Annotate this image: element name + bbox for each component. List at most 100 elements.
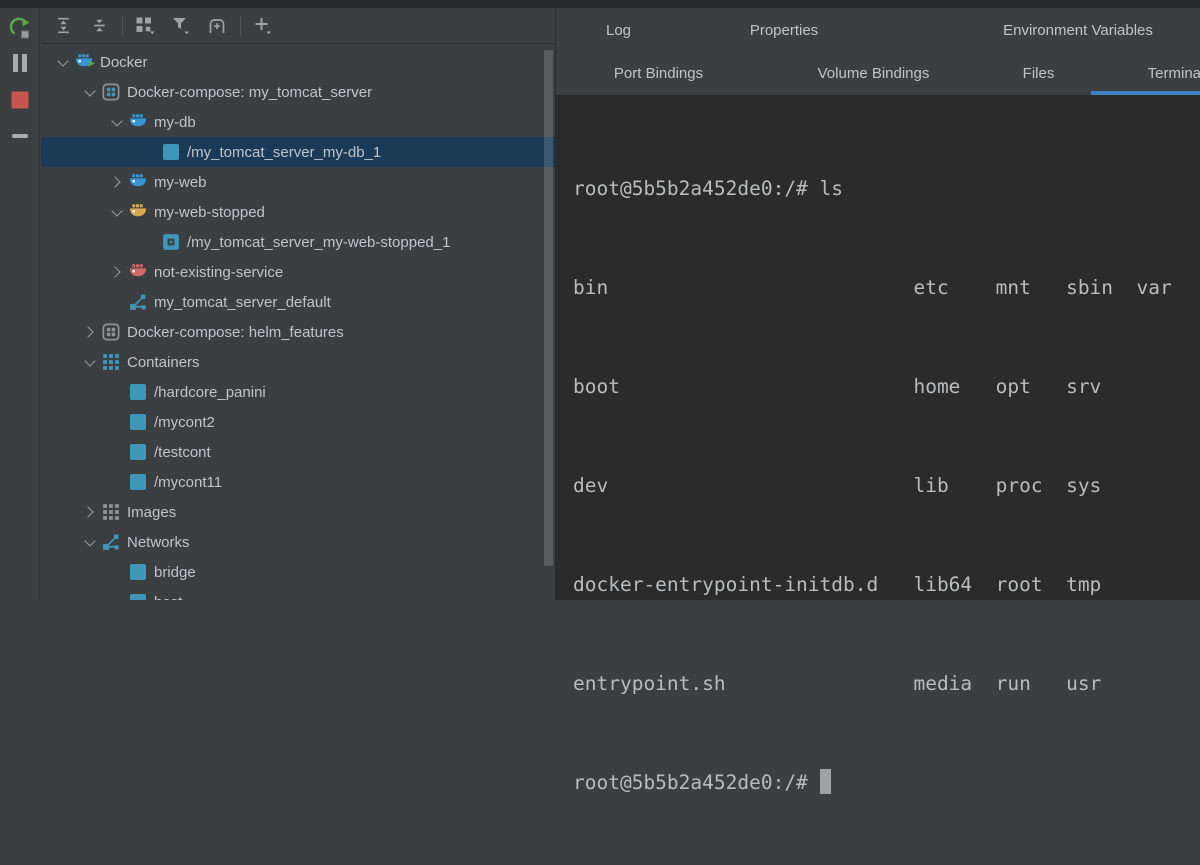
chevron-right-icon[interactable] xyxy=(77,497,102,527)
tree-item-label: Networks xyxy=(127,534,190,551)
tree-item-label: my-web xyxy=(154,174,207,191)
tab-environment-variables[interactable]: Environment Variables xyxy=(887,8,1200,52)
chevron-spacer xyxy=(137,227,162,257)
disconnect-button[interactable] xyxy=(12,133,28,139)
network-icon xyxy=(129,293,147,311)
tree-item-label: Docker-compose: helm_features xyxy=(127,324,344,341)
terminal-output[interactable]: root@5b5b2a452de0:/# ls bin etc mnt sbin… xyxy=(556,95,1200,600)
tree-item-label: my-db xyxy=(154,114,196,131)
images-icon xyxy=(102,503,120,521)
left-action-strip xyxy=(0,8,40,600)
docker-compose-icon xyxy=(102,323,120,341)
filter-icon xyxy=(171,16,191,35)
terminal-cursor[interactable] xyxy=(820,769,831,794)
tree-row-my-web-stopped-container[interactable]: /my_tomcat_server_my-web-stopped_1 xyxy=(41,227,555,257)
chevron-down-icon[interactable] xyxy=(77,527,102,557)
tree-item-label: Images xyxy=(127,504,176,521)
new-tab-button[interactable] xyxy=(202,13,232,39)
tree-row-testcont[interactable]: /testcont xyxy=(41,437,555,467)
add-icon xyxy=(253,16,274,35)
container-running-icon xyxy=(130,414,146,430)
tree-row-images[interactable]: Images xyxy=(41,497,555,527)
tree-item-label: /mycont11 xyxy=(154,474,222,491)
tree-item-label: Docker-compose: my_tomcat_server xyxy=(127,84,372,101)
services-tree: Docker Docker-compose: my_tomcat_server … xyxy=(41,44,555,600)
tree-item-label: Containers xyxy=(127,354,200,371)
tree-row-containers[interactable]: Containers xyxy=(41,347,555,377)
window-top-edge xyxy=(0,0,1200,8)
view-options-icon xyxy=(135,16,156,35)
tree-scrollbar[interactable] xyxy=(544,50,553,566)
redeploy-button[interactable] xyxy=(8,16,32,40)
chevron-down-icon[interactable] xyxy=(50,47,75,77)
tree-row-not-existing-service[interactable]: not-existing-service xyxy=(41,257,555,287)
tree-row-default-network[interactable]: my_tomcat_server_default xyxy=(41,287,555,317)
tree-row-host[interactable]: host xyxy=(41,587,555,600)
tab-properties[interactable]: Properties xyxy=(681,8,887,52)
pause-icon xyxy=(11,53,29,73)
chevron-spacer xyxy=(104,407,129,437)
chevron-spacer xyxy=(104,377,129,407)
terminal-line: root@5b5b2a452de0:/# ls xyxy=(573,172,1200,205)
container-running-icon xyxy=(130,474,146,490)
chevron-down-icon[interactable] xyxy=(77,347,102,377)
tab-volume-bindings[interactable]: Volume Bindings xyxy=(761,52,986,95)
tab-terminal[interactable]: Terminal xyxy=(1091,52,1200,95)
service-stopped-icon xyxy=(129,203,147,221)
tree-item-label: /testcont xyxy=(154,444,211,461)
chevron-right-icon[interactable] xyxy=(104,167,129,197)
view-options-button[interactable] xyxy=(130,13,160,39)
tree-row-mycont2[interactable]: /mycont2 xyxy=(41,407,555,437)
tree-row-compose-helm-features[interactable]: Docker-compose: helm_features xyxy=(41,317,555,347)
tree-row-my-web[interactable]: my-web xyxy=(41,167,555,197)
tree-row-docker[interactable]: Docker xyxy=(41,47,555,77)
terminal-line: bin etc mnt sbin var xyxy=(573,271,1200,304)
container-running-icon xyxy=(130,444,146,460)
connected-badge-icon xyxy=(87,59,96,68)
disconnect-icon xyxy=(12,133,28,139)
tree-item-label: Docker xyxy=(100,54,148,71)
tree-row-my-web-stopped[interactable]: my-web-stopped xyxy=(41,197,555,227)
chevron-right-icon[interactable] xyxy=(104,257,129,287)
tree-row-networks[interactable]: Networks xyxy=(41,527,555,557)
terminal-prompt: root@5b5b2a452de0:/# xyxy=(573,771,820,794)
tree-row-mycont11[interactable]: /mycont11 xyxy=(41,467,555,497)
chevron-down-icon[interactable] xyxy=(104,107,129,137)
tree-item-label: my_tomcat_server_default xyxy=(154,294,331,311)
container-running-icon xyxy=(130,384,146,400)
tree-row-hardcore-panini[interactable]: /hardcore_panini xyxy=(41,377,555,407)
tree-item-label: bridge xyxy=(154,564,196,581)
detail-tabs-row-1: Log Properties Environment Variables xyxy=(556,8,1200,52)
service-error-icon xyxy=(129,263,147,281)
container-detail-panel: Log Properties Environment Variables Por… xyxy=(555,8,1200,600)
toolbar-separator xyxy=(122,16,123,36)
tree-row-my-db-container[interactable]: /my_tomcat_server_my-db_1 xyxy=(41,137,555,167)
tree-row-my-db[interactable]: my-db xyxy=(41,107,555,137)
tree-item-label: /hardcore_panini xyxy=(154,384,266,401)
toolbar-separator xyxy=(240,16,241,36)
tree-row-bridge[interactable]: bridge xyxy=(41,557,555,587)
tab-log[interactable]: Log xyxy=(556,8,681,52)
tree-item-label: /mycont2 xyxy=(154,414,215,431)
terminal-line: boot home opt srv xyxy=(573,370,1200,403)
stop-button[interactable] xyxy=(11,91,29,109)
filter-button[interactable] xyxy=(166,13,196,39)
stop-icon xyxy=(11,91,29,109)
tab-port-bindings[interactable]: Port Bindings xyxy=(556,52,761,95)
chevron-down-icon[interactable] xyxy=(104,197,129,227)
collapse-all-icon xyxy=(91,17,108,34)
detail-tabs-row-2: Port Bindings Volume Bindings Files Term… xyxy=(556,52,1200,95)
add-connection-button[interactable] xyxy=(248,13,278,39)
tab-files[interactable]: Files xyxy=(986,52,1091,95)
expand-all-icon xyxy=(55,17,72,34)
tree-item-label: my-web-stopped xyxy=(154,204,265,221)
expand-all-button[interactable] xyxy=(48,13,78,39)
pause-button[interactable] xyxy=(11,53,29,73)
container-running-icon xyxy=(163,144,179,160)
collapse-all-button[interactable] xyxy=(84,13,114,39)
service-running-icon xyxy=(129,113,147,131)
tree-row-compose-my-tomcat-server[interactable]: Docker-compose: my_tomcat_server xyxy=(41,77,555,107)
chevron-down-icon[interactable] xyxy=(77,77,102,107)
chevron-right-icon[interactable] xyxy=(77,317,102,347)
terminal-line: docker-entrypoint-initdb.d lib64 root tm… xyxy=(573,568,1200,601)
